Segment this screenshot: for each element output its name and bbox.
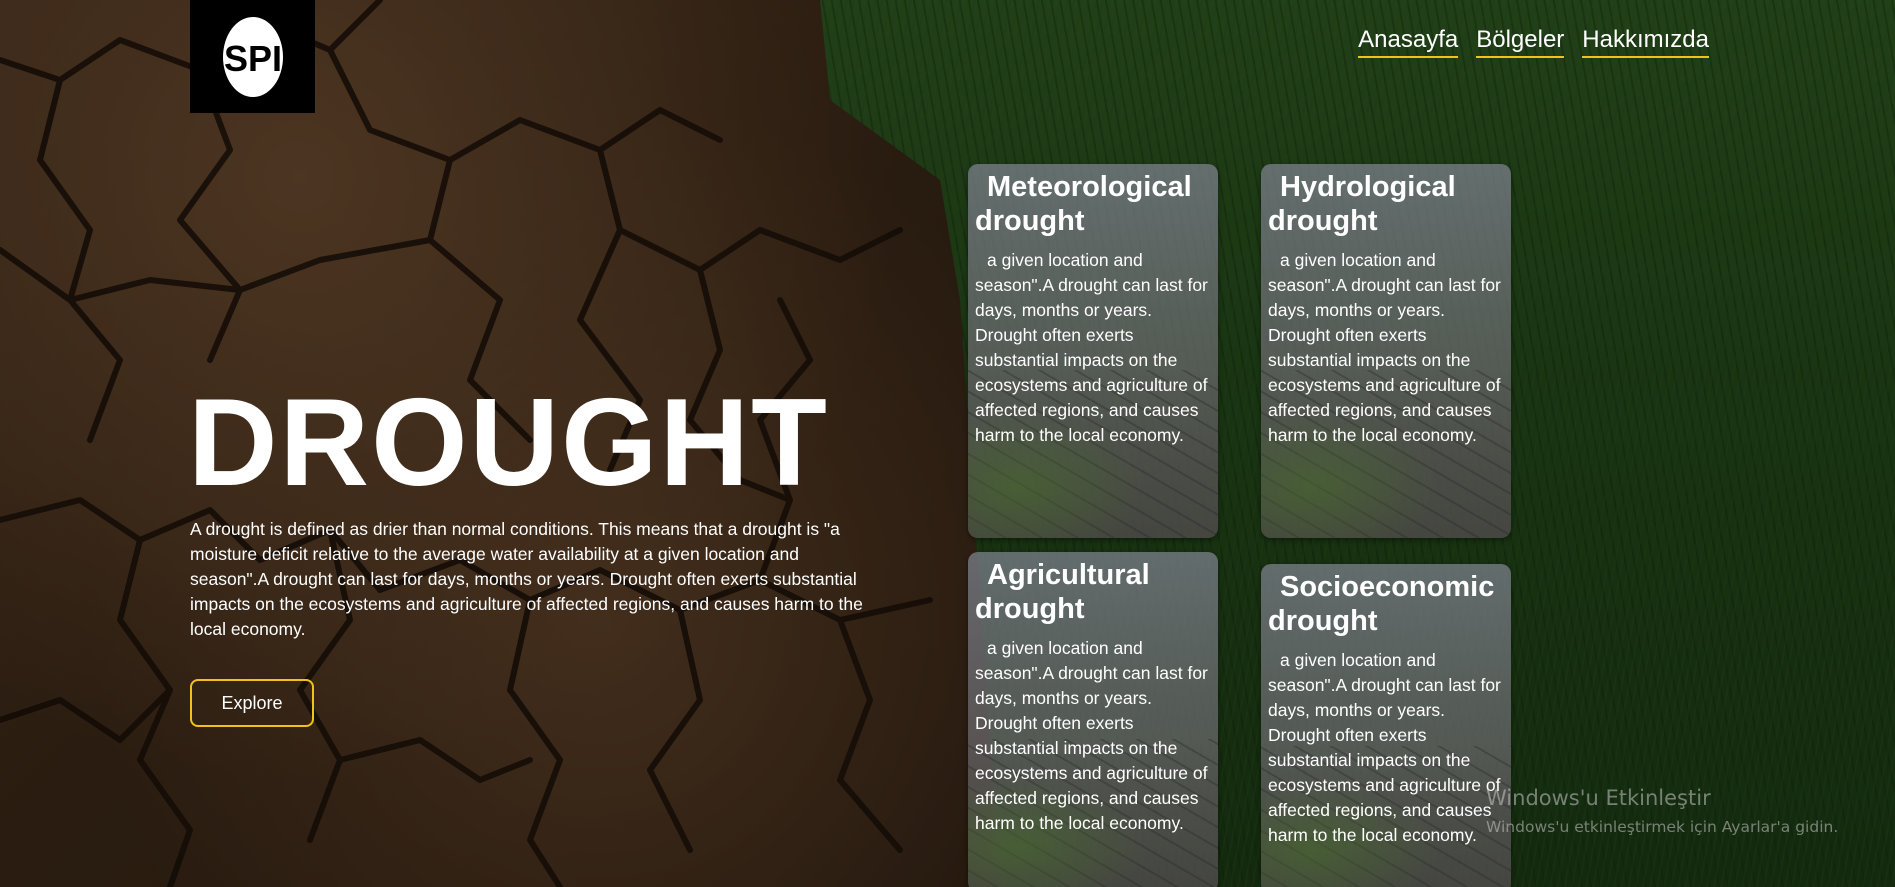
logo[interactable]: SPI	[190, 0, 315, 113]
card-title: Hydrological drought	[1268, 171, 1456, 237]
card-text: a given location and season".A drought c…	[1268, 250, 1501, 445]
page: SPI Anasayfa Bölgeler Hakkımızda DROUGHT…	[0, 0, 1895, 887]
nav-link-hakkimizda[interactable]: Hakkımızda	[1582, 26, 1709, 58]
card-socioeconomic-drought[interactable]: Socioeconomic drought a given location a…	[1261, 564, 1511, 887]
watermark-subtitle: Windows'u etkinleştirmek için Ayarlar'a …	[1486, 818, 1839, 836]
watermark-title: Windows'u Etkinleştir	[1486, 786, 1711, 810]
card-title: Agricultural drought	[975, 559, 1150, 625]
card-hydrological-drought[interactable]: Hydrological drought a given location an…	[1261, 164, 1511, 538]
hero-description: A drought is defined as drier than norma…	[190, 519, 863, 639]
card-text: a given location and season".A drought c…	[1268, 650, 1501, 845]
windows-activation-watermark: Windows'u Etkinleştir Windows'u etkinleş…	[1486, 784, 1838, 838]
card-text: a given location and season".A drought c…	[975, 250, 1208, 445]
explore-button[interactable]: Explore	[190, 679, 314, 727]
card-agricultural-drought[interactable]: Agricultural drought a given location an…	[968, 552, 1218, 887]
nav-link-anasayfa[interactable]: Anasayfa	[1358, 26, 1459, 58]
main-nav: Anasayfa Bölgeler Hakkımızda	[1358, 26, 1709, 58]
card-title: Socioeconomic drought	[1268, 571, 1495, 637]
hero-title: DROUGHT	[188, 374, 829, 512]
card-text: a given location and season".A drought c…	[975, 638, 1208, 833]
logo-text: SPI	[223, 38, 281, 79]
card-title: Meteorological drought	[975, 171, 1192, 237]
spi-logo-icon: SPI	[222, 16, 283, 97]
card-meteorological-drought[interactable]: Meteorological drought a given location …	[968, 164, 1218, 538]
nav-link-bolgeler[interactable]: Bölgeler	[1476, 26, 1565, 58]
